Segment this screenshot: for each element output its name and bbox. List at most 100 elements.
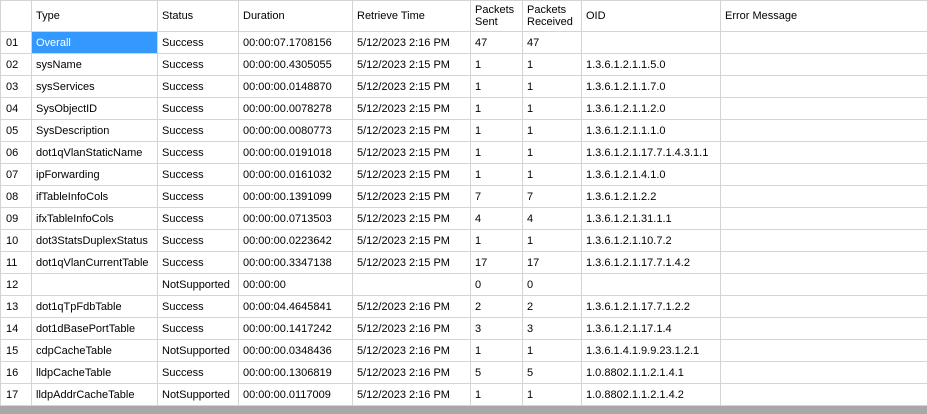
type-cell[interactable]: lldpAddrCacheTable [31,383,158,406]
retrieve-time-cell[interactable]: 5/12/2023 2:15 PM [352,251,471,274]
status-cell[interactable]: Success [157,31,239,54]
oid-cell[interactable] [581,31,721,54]
column-header-packets-sent[interactable]: Packets Sent [470,0,523,32]
table-row[interactable]: 05 SysDescription Success 00:00:00.0080773 5… [0,119,927,142]
retrieve-time-cell[interactable]: 5/12/2023 2:15 PM [352,97,471,120]
packets-sent-cell[interactable]: 1 [470,75,523,98]
horizontal-scrollbar[interactable] [0,406,927,414]
error-message-cell[interactable] [720,339,927,362]
packets-sent-cell[interactable]: 1 [470,119,523,142]
row-number-cell[interactable]: 16 [0,361,32,384]
row-number-cell[interactable]: 05 [0,119,32,142]
table-row[interactable]: 03 sysServices Success 00:00:00.0148870 5/12… [0,75,927,98]
oid-cell[interactable]: 1.3.6.1.2.1.1.5.0 [581,53,721,76]
table-row[interactable]: 08 ifTableInfoCols Success 00:00:00.1391099… [0,185,927,208]
oid-cell[interactable]: 1.3.6.1.2.1.1.7.0 [581,75,721,98]
row-number-cell[interactable]: 03 [0,75,32,98]
corner-header[interactable] [0,0,32,32]
table-row[interactable]: 07 ipForwarding Success 00:00:00.0161032 5/1… [0,163,927,186]
table-row[interactable]: 14 dot1dBasePortTable Success 00:00:00.1417… [0,317,927,340]
packets-sent-cell[interactable]: 1 [470,97,523,120]
duration-cell[interactable]: 00:00:00.1306819 [238,361,353,384]
table-row[interactable]: 06 dot1qVlanStaticName Success 00:00:00.019… [0,141,927,164]
row-number-cell[interactable]: 17 [0,383,32,406]
packets-received-cell[interactable]: 2 [522,295,582,318]
duration-cell[interactable]: 00:00:07.1708156 [238,31,353,54]
row-number-cell[interactable]: 07 [0,163,32,186]
duration-cell[interactable]: 00:00:00.0117009 [238,383,353,406]
packets-sent-cell[interactable]: 7 [470,185,523,208]
packets-received-cell[interactable]: 1 [522,141,582,164]
error-message-cell[interactable] [720,207,927,230]
packets-received-cell[interactable]: 17 [522,251,582,274]
column-header-error-message[interactable]: Error Message [720,0,927,32]
oid-cell[interactable] [581,273,721,296]
oid-cell[interactable]: 1.3.6.1.2.1.31.1.1 [581,207,721,230]
oid-cell[interactable]: 1.0.8802.1.1.2.1.4.1 [581,361,721,384]
packets-received-cell[interactable]: 47 [522,31,582,54]
status-cell[interactable]: Success [157,53,239,76]
type-cell[interactable]: cdpCacheTable [31,339,158,362]
row-number-cell[interactable]: 10 [0,229,32,252]
error-message-cell[interactable] [720,185,927,208]
retrieve-time-cell[interactable]: 5/12/2023 2:15 PM [352,207,471,230]
retrieve-time-cell[interactable]: 5/12/2023 2:15 PM [352,119,471,142]
table-row[interactable]: 17 lldpAddrCacheTable NotSupported 00:00:00… [0,383,927,406]
error-message-cell[interactable] [720,273,927,296]
table-row[interactable]: 09 ifxTableInfoCols Success 00:00:00.071350… [0,207,927,230]
packets-received-cell[interactable]: 0 [522,273,582,296]
table-row[interactable]: 01 Overall Success 00:00:07.1708156 5/12/202… [0,31,927,54]
row-number-cell[interactable]: 01 [0,31,32,54]
type-cell[interactable]: sysName [31,53,158,76]
retrieve-time-cell[interactable]: 5/12/2023 2:16 PM [352,339,471,362]
table-row[interactable]: 10 dot3StatsDuplexStatus Success 00:00:00.0… [0,229,927,252]
type-cell[interactable]: SysObjectID [31,97,158,120]
status-cell[interactable]: Success [157,229,239,252]
oid-cell[interactable]: 1.3.6.1.2.1.17.7.1.2.2 [581,295,721,318]
type-cell[interactable]: dot1dBasePortTable [31,317,158,340]
column-header-type[interactable]: Type [31,0,158,32]
packets-received-cell[interactable]: 1 [522,383,582,406]
oid-cell[interactable]: 1.3.6.1.2.1.2.2 [581,185,721,208]
status-cell[interactable]: Success [157,361,239,384]
packets-sent-cell[interactable]: 47 [470,31,523,54]
type-cell[interactable]: dot3StatsDuplexStatus [31,229,158,252]
packets-received-cell[interactable]: 1 [522,119,582,142]
duration-cell[interactable]: 00:00:00.0148870 [238,75,353,98]
type-cell[interactable]: ipForwarding [31,163,158,186]
retrieve-time-cell[interactable]: 5/12/2023 2:16 PM [352,31,471,54]
table-row[interactable]: 13 dot1qTpFdbTable Success 00:00:04.4645841… [0,295,927,318]
row-number-cell[interactable]: 09 [0,207,32,230]
row-number-cell[interactable]: 11 [0,251,32,274]
oid-cell[interactable]: 1.3.6.1.4.1.9.9.23.1.2.1 [581,339,721,362]
duration-cell[interactable]: 00:00:00.4305055 [238,53,353,76]
error-message-cell[interactable] [720,119,927,142]
packets-sent-cell[interactable]: 1 [470,53,523,76]
column-header-packets-received[interactable]: Packets Received [522,0,582,32]
packets-sent-cell[interactable]: 1 [470,339,523,362]
duration-cell[interactable]: 00:00:00.0078278 [238,97,353,120]
column-header-duration[interactable]: Duration [238,0,353,32]
row-number-cell[interactable]: 15 [0,339,32,362]
oid-cell[interactable]: 1.3.6.1.2.1.10.7.2 [581,229,721,252]
oid-cell[interactable]: 1.0.8802.1.1.2.1.4.2 [581,383,721,406]
status-cell[interactable]: Success [157,185,239,208]
retrieve-time-cell[interactable]: 5/12/2023 2:16 PM [352,361,471,384]
error-message-cell[interactable] [720,361,927,384]
duration-cell[interactable]: 00:00:04.4645841 [238,295,353,318]
retrieve-time-cell[interactable]: 5/12/2023 2:15 PM [352,229,471,252]
column-header-retrieve-time[interactable]: Retrieve Time [352,0,471,32]
duration-cell[interactable]: 00:00:00.0713503 [238,207,353,230]
status-cell[interactable]: NotSupported [157,383,239,406]
error-message-cell[interactable] [720,251,927,274]
row-number-cell[interactable]: 08 [0,185,32,208]
table-row[interactable]: 04 SysObjectID Success 00:00:00.0078278 5/12… [0,97,927,120]
status-cell[interactable]: NotSupported [157,273,239,296]
duration-cell[interactable]: 00:00:00.1417242 [238,317,353,340]
oid-cell[interactable]: 1.3.6.1.2.1.4.1.0 [581,163,721,186]
packets-received-cell[interactable]: 1 [522,75,582,98]
oid-cell[interactable]: 1.3.6.1.2.1.17.7.1.4.2 [581,251,721,274]
packets-sent-cell[interactable]: 1 [470,141,523,164]
retrieve-time-cell[interactable]: 5/12/2023 2:16 PM [352,383,471,406]
table-row[interactable]: 02 sysName Success 00:00:00.4305055 5/12/202… [0,53,927,76]
